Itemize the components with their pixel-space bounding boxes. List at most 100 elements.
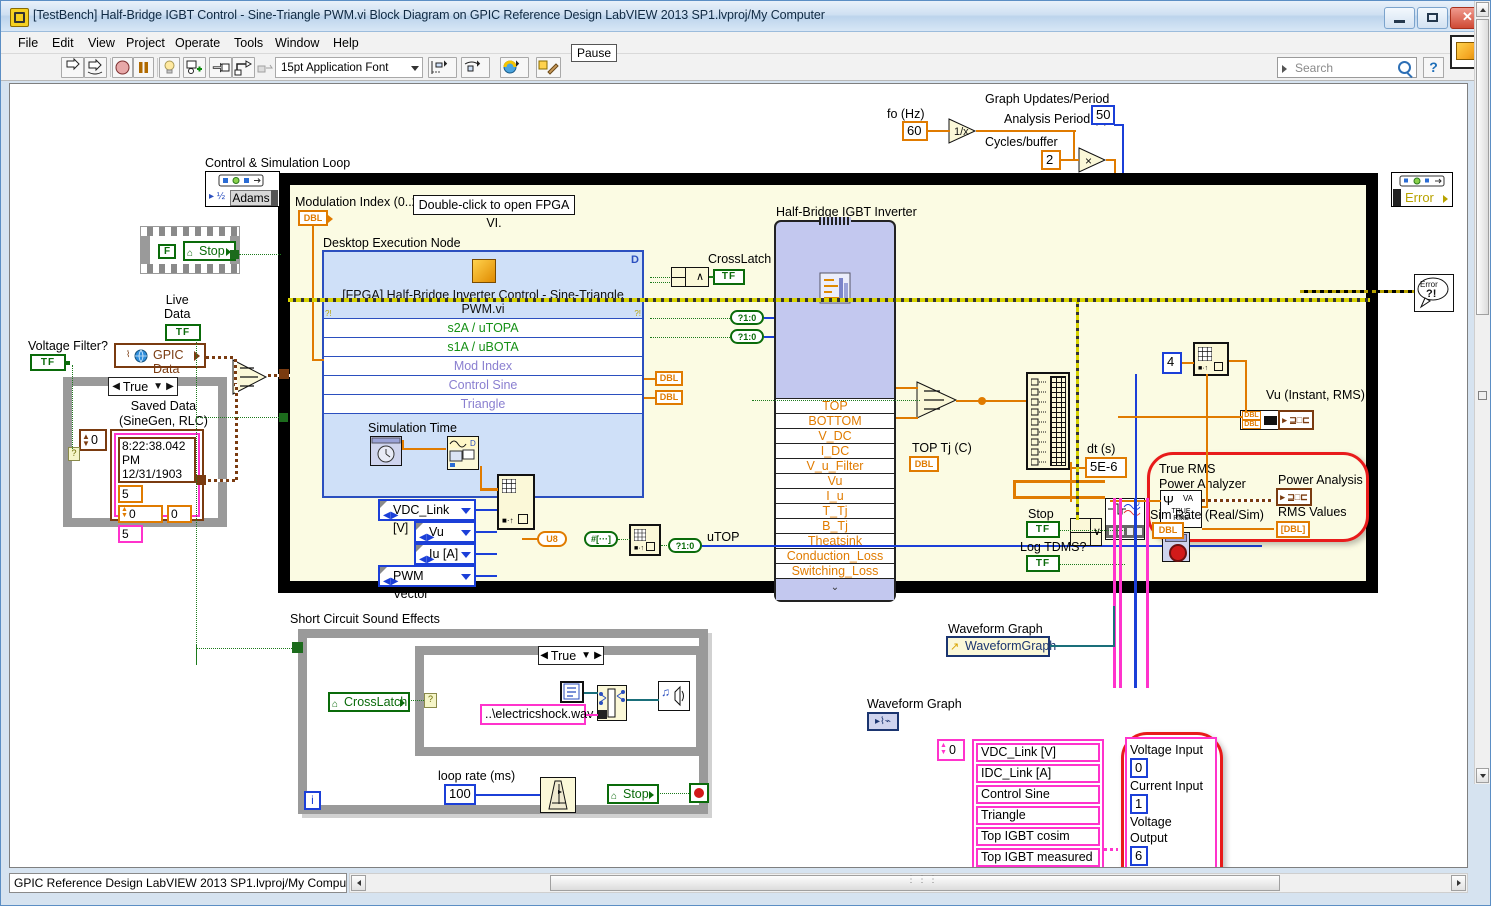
index-array-node[interactable]: ■·↑ bbox=[629, 524, 661, 556]
den-expand-icon[interactable]: D bbox=[631, 254, 639, 266]
solver-scroll[interactable] bbox=[271, 190, 278, 206]
log-tdms-terminal[interactable]: TF bbox=[1026, 555, 1060, 572]
spinner-icon-3[interactable]: ▲ ▼ bbox=[940, 742, 947, 756]
file-path-node[interactable] bbox=[560, 681, 584, 703]
sound-case-right-icon[interactable]: ▶ bbox=[594, 650, 602, 661]
wait-ms-node[interactable] bbox=[540, 777, 576, 813]
cluster-row-0-value[interactable]: 0 bbox=[1130, 758, 1148, 778]
saved-data-index-control[interactable]: ▲ ▼ 0 bbox=[79, 429, 107, 451]
sound-case-down-icon[interactable]: ▼ bbox=[581, 650, 591, 661]
scroll-down-button[interactable] bbox=[1476, 768, 1489, 783]
waveform-index-control[interactable]: ▲ ▼ 0 bbox=[937, 739, 965, 761]
control-sine-terminal[interactable]: DBL bbox=[655, 371, 683, 386]
menu-item-view[interactable]: View bbox=[83, 35, 120, 51]
simple-error-handler[interactable]: Error?! bbox=[1414, 274, 1454, 312]
sound-file-open-node[interactable] bbox=[597, 685, 627, 721]
stop-false-constant[interactable]: F bbox=[158, 244, 176, 259]
reciprocal-node[interactable]: 1/x bbox=[948, 118, 978, 144]
maximize-button[interactable] bbox=[1417, 7, 1448, 29]
power-analyzer-config-cluster[interactable]: Voltage Input 0 Current Input 1 Voltage … bbox=[1125, 737, 1217, 867]
fo-constant[interactable]: 60 bbox=[902, 121, 928, 141]
help-button[interactable]: ? bbox=[1423, 57, 1444, 78]
abort-icon[interactable] bbox=[112, 57, 133, 78]
bundle-node-sim[interactable]: ■·↑ bbox=[497, 474, 535, 530]
waveform-name-4[interactable]: Top IGBT cosim bbox=[976, 827, 1100, 846]
pause-icon[interactable] bbox=[133, 57, 154, 78]
control-ref-pwm-vector[interactable]: ◀▶ PWM Vector bbox=[378, 565, 476, 601]
menu-item-operate[interactable]: Operate bbox=[170, 35, 225, 51]
wav-path-constant[interactable]: ..\electricshock.wav bbox=[480, 704, 593, 725]
distribute-objects-icon[interactable] bbox=[461, 57, 490, 78]
waveform-name-3[interactable]: Triangle bbox=[976, 806, 1100, 825]
sound-case-selector[interactable]: ◀ True ▼ ▶ bbox=[538, 646, 604, 665]
solver-name[interactable]: Adams bbox=[230, 190, 272, 206]
bool-to-int-1[interactable]: ?1:0 bbox=[730, 310, 764, 325]
step-over-icon[interactable] bbox=[232, 57, 255, 78]
crosslatch-local-variable[interactable]: ⌂ CrossLatch bbox=[328, 692, 410, 712]
bundle-cluster-node[interactable] bbox=[1026, 372, 1070, 470]
power-analysis-indicator[interactable]: ▸ ⊒□⊏ bbox=[1276, 488, 1312, 506]
control-ref-iu[interactable]: ◀▶ Iu [A] bbox=[414, 543, 476, 565]
cluster-row-1-value[interactable]: 1 bbox=[1130, 794, 1148, 814]
tdms-write-node[interactable]: D bbox=[1105, 498, 1145, 540]
sound-case-left-icon[interactable]: ◀ bbox=[540, 650, 548, 661]
four-constant[interactable]: 4 bbox=[1162, 352, 1182, 374]
bool-to-int-utop[interactable]: ?1:0 bbox=[668, 538, 702, 553]
menu-item-window[interactable]: Window bbox=[270, 35, 324, 51]
bool-to-int-2[interactable]: ?1:0 bbox=[730, 329, 764, 344]
multiply-node[interactable]: × bbox=[1078, 147, 1108, 173]
waveform-graph-reference[interactable]: WaveformGraph bbox=[946, 636, 1056, 657]
sim-rate-indicator[interactable]: DBL bbox=[1152, 522, 1184, 539]
block-diagram-canvas[interactable]: fo (Hz) 60 Graph Updates/Period Analysis… bbox=[9, 83, 1468, 868]
live-data-terminal[interactable]: TF bbox=[165, 324, 201, 341]
waveform-name-1[interactable]: IDC_Link [A] bbox=[976, 764, 1100, 783]
minimize-button[interactable] bbox=[1384, 7, 1415, 29]
scroll-up-button[interactable] bbox=[1476, 2, 1489, 17]
cycles-buffer-constant[interactable]: 2 bbox=[1041, 150, 1061, 170]
vu-instant-rms-indicator[interactable]: ▸ ⊒□⊏ bbox=[1278, 410, 1314, 430]
gpic-data-subvi[interactable]: ⌇ GPIC Data bbox=[114, 343, 206, 376]
stop-local-variable[interactable]: ⌂ Stop bbox=[183, 241, 236, 261]
den-row-triangle[interactable]: Triangle bbox=[324, 394, 642, 413]
solver-node[interactable]: ▸ ½ Adams bbox=[205, 171, 280, 207]
voltage-filter-terminal[interactable]: TF bbox=[30, 354, 66, 371]
crosslatch-indicator[interactable]: TF bbox=[713, 269, 745, 285]
spinner-icon[interactable]: ▲ ▼ bbox=[82, 433, 90, 448]
u8-conversion-node[interactable]: U8 bbox=[537, 531, 567, 547]
loop-rate-constant[interactable]: 100 bbox=[444, 784, 476, 805]
rms-values-indicator[interactable]: [DBL] bbox=[1276, 521, 1310, 538]
build-array-node[interactable]: ■·↑ bbox=[1193, 342, 1229, 376]
den-row-control-sine[interactable]: Control Sine bbox=[324, 375, 642, 394]
top-tj-indicator[interactable]: DBL bbox=[909, 456, 939, 472]
step-out-icon[interactable] bbox=[256, 57, 275, 78]
case-left-arrow-icon[interactable]: ◀ bbox=[112, 381, 120, 392]
den-row-mod-index[interactable]: Mod Index bbox=[324, 356, 642, 375]
loop-error-terminal[interactable]: Error bbox=[1391, 172, 1453, 207]
simulation-time-node[interactable] bbox=[370, 436, 402, 466]
case-right-arrow-icon[interactable]: ▶ bbox=[166, 381, 174, 392]
control-ref-vu[interactable]: ◀▶ Vu [V] bbox=[414, 521, 476, 557]
menu-item-edit[interactable]: Edit bbox=[47, 35, 79, 51]
saved-data-cluster[interactable]: 8:22:38.042 PM 12/31/1903 5 ▲ ▼ 0 0 5 bbox=[110, 429, 204, 543]
stop-terminal-ind[interactable]: TF bbox=[1026, 521, 1060, 538]
reorder-icon[interactable] bbox=[500, 57, 529, 78]
select-node-vu[interactable] bbox=[916, 380, 960, 420]
case-down-arrow-icon[interactable]: ▼ bbox=[153, 381, 163, 392]
number-to-bool-array-node[interactable]: #[···] bbox=[584, 531, 618, 547]
font-selector[interactable]: 15pt Application Font bbox=[275, 57, 423, 78]
saved-data-case-selector[interactable]: ◀ True ▼ ▶ bbox=[108, 377, 178, 396]
loop-stop-condition-terminal[interactable] bbox=[689, 783, 709, 803]
graph-updates-constant[interactable]: 50 bbox=[1091, 105, 1115, 125]
search-input[interactable]: Search bbox=[1277, 57, 1417, 78]
step-into-icon[interactable] bbox=[209, 57, 232, 78]
waveform-names-array[interactable]: VDC_Link [V] IDC_Link [A] Control Sine T… bbox=[972, 739, 1104, 867]
vertical-scroll-thumb[interactable] bbox=[1476, 19, 1489, 315]
dt-constant[interactable]: 5E-6 bbox=[1085, 457, 1127, 478]
menu-item-help[interactable]: Help bbox=[328, 35, 364, 51]
scroll-left-button[interactable] bbox=[351, 875, 366, 891]
run-icon[interactable] bbox=[61, 57, 84, 78]
search-dropdown-icon[interactable] bbox=[1282, 65, 1287, 73]
and-node[interactable]: ∧ bbox=[671, 267, 709, 287]
triangle-terminal[interactable]: DBL bbox=[655, 390, 683, 405]
igbt-expand-chevron[interactable]: ⌄ bbox=[776, 578, 894, 600]
